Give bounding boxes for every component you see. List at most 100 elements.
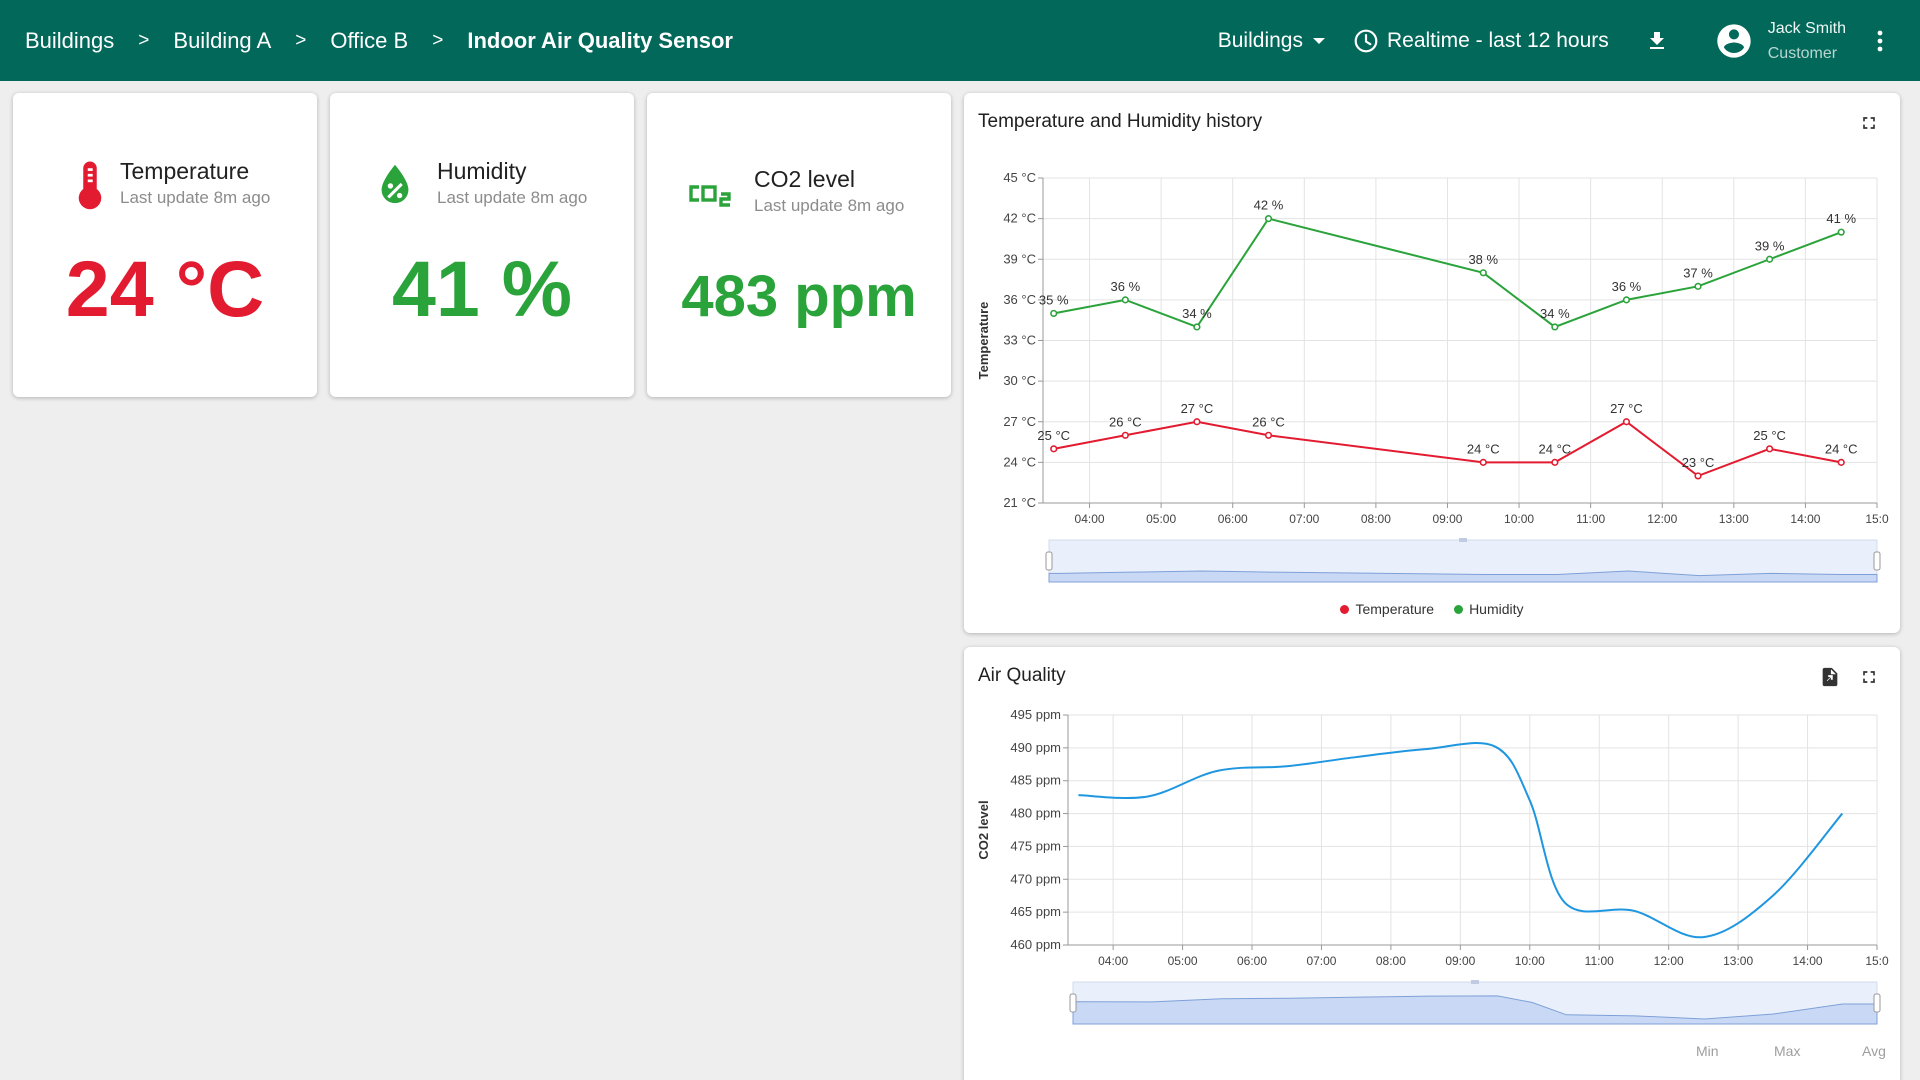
y-tick-label: 30 °C <box>1003 373 1036 388</box>
top-bar: Buildings > Building A > Office B > Indo… <box>0 0 1920 81</box>
user-menu[interactable]: Jack Smith Customer <box>1714 16 1846 66</box>
data-label: 26 °C <box>1109 414 1142 429</box>
y-tick-label: 21 °C <box>1003 495 1036 510</box>
data-label: 37 % <box>1683 265 1713 280</box>
dashboard-select-label: Buildings <box>1217 28 1303 52</box>
y-tick-label: 460 ppm <box>1010 937 1061 952</box>
card-last-update: Last update 8m ago <box>120 188 271 207</box>
data-point <box>1050 309 1058 318</box>
data-point <box>1766 445 1774 453</box>
x-tick-label: 06:00 <box>1218 512 1248 526</box>
zoom-drag-handle <box>1471 980 1479 984</box>
x-tick-label: 11:00 <box>1576 512 1605 526</box>
dashboard-select[interactable]: Buildings <box>1218 29 1325 53</box>
data-label: 24 °C <box>1467 441 1500 456</box>
breadcrumb: Buildings > Building A > Office B > Indo… <box>0 28 733 54</box>
data-label: 39 % <box>1755 238 1785 253</box>
x-tick-label: 13:00 <box>1719 512 1749 526</box>
data-label: 34 % <box>1540 306 1570 321</box>
data-label: 25 °C <box>1037 428 1070 443</box>
x-tick-label: 12:00 <box>1654 954 1684 968</box>
legend-item-temperature[interactable]: Temperature <box>1340 601 1434 617</box>
data-label: 36 % <box>1612 279 1642 294</box>
x-tick-label: 05:00 <box>1168 954 1198 968</box>
data-point <box>1766 255 1774 263</box>
y-tick-label: 24 °C <box>1003 454 1036 469</box>
legend-item-humidity[interactable]: Humidity <box>1454 601 1524 617</box>
chart-legend: Temperature Humidity <box>964 601 1900 617</box>
data-point <box>1622 418 1631 426</box>
co2-value: 483 ppm <box>681 264 917 329</box>
user-name: Jack Smith <box>1767 19 1846 37</box>
y-tick-label: 42 °C <box>1003 211 1036 226</box>
x-tick-label: 08:00 <box>1376 954 1406 968</box>
data-label: 35 % <box>1039 292 1069 307</box>
x-tick-label: 04:00 <box>1075 512 1105 526</box>
x-tick-label: 05:00 <box>1146 512 1176 526</box>
air-quality-chart: 04:00 05:00 06:00 07:00 08:00 09:00 10:00 11:00… <box>976 707 1889 1025</box>
data-label: 24 °C <box>1825 441 1858 456</box>
legend-dot <box>1340 604 1350 614</box>
data-label: 27 °C <box>1610 401 1643 416</box>
y-tick-label: 475 ppm <box>1010 838 1061 853</box>
y-tick-label: 485 ppm <box>1010 773 1061 788</box>
legend-dot <box>1454 604 1464 614</box>
card-last-update: Last update 8m ago <box>754 196 905 215</box>
data-point <box>1694 472 1702 480</box>
data-point <box>1121 431 1129 439</box>
humidity-card: Humidity Last update 8m ago 41 % <box>330 93 634 397</box>
x-tick-label: 15:0 <box>1865 954 1889 968</box>
card-title: Temperature <box>120 158 250 184</box>
data-point <box>1479 458 1487 466</box>
data-point <box>1193 323 1201 331</box>
timewindow-button[interactable]: Realtime - last 12 hours <box>1353 28 1609 54</box>
breadcrumb-office-b[interactable]: Office B <box>330 28 408 54</box>
breadcrumb-buildings[interactable]: Buildings <box>25 28 114 54</box>
water-percent-icon <box>381 164 409 204</box>
x-tick-label: 10:00 <box>1504 512 1534 526</box>
x-tick-label: 15:0 <box>1865 512 1889 526</box>
x-tick-label: 09:00 <box>1445 954 1475 968</box>
zoom-handle-left <box>1069 993 1077 1013</box>
temp-humidity-chart: 04:00 05:00 06:00 07:00 08:00 09:00 10:00 11:00… <box>976 170 1889 583</box>
y-tick-label: 465 ppm <box>1010 904 1061 919</box>
x-tick-label: 13:00 <box>1723 954 1753 968</box>
co2-icon <box>689 185 731 207</box>
legend-label: Temperature <box>1355 601 1435 617</box>
y-tick-label: 490 ppm <box>1010 740 1061 755</box>
co2-card: CO2 level Last update 8m ago 483 ppm <box>647 93 951 397</box>
x-tick-label: 09:00 <box>1432 512 1462 526</box>
x-tick-label: 04:00 <box>1098 954 1128 968</box>
more-vert-icon <box>1877 30 1883 51</box>
timewindow-label: Realtime - last 12 hours <box>1386 28 1609 52</box>
x-tick-label: 07:00 <box>1306 954 1336 968</box>
y-tick-label: 470 ppm <box>1010 871 1061 886</box>
data-point <box>1622 296 1631 304</box>
stats-header-max: Max <box>1774 1043 1801 1059</box>
air-quality-widget: Air Quality 04:00 05:00 06:00 07:00 08:00 09:… <box>964 647 1900 1080</box>
data-point <box>1837 228 1845 236</box>
breadcrumb-separator: > <box>138 29 150 51</box>
y-axis-label: CO2 level <box>976 800 991 859</box>
thermometer-icon <box>78 161 102 210</box>
y-tick-label: 39 °C <box>1003 251 1036 266</box>
zoom-handle-right <box>1873 551 1881 571</box>
x-tick-label: 07:00 <box>1289 512 1319 526</box>
temp-humidity-history-widget: Temperature and Humidity history 04:00 05… <box>964 93 1900 633</box>
more-menu-button[interactable] <box>1876 29 1884 53</box>
y-tick-label: 27 °C <box>1003 414 1036 429</box>
data-label: 36 % <box>1111 279 1141 294</box>
x-tick-label: 14:00 <box>1793 954 1823 968</box>
data-point <box>1694 282 1702 290</box>
humidity-value: 41 % <box>391 244 573 333</box>
data-point <box>1264 215 1273 223</box>
y-tick-label: 480 ppm <box>1010 806 1061 821</box>
data-point <box>1837 458 1845 466</box>
breadcrumb-building-a[interactable]: Building A <box>173 28 271 54</box>
download-button[interactable] <box>1645 28 1669 54</box>
breadcrumb-separator: > <box>432 29 444 51</box>
y-tick-label: 45 °C <box>1003 170 1036 185</box>
card-title: CO2 level <box>754 166 855 192</box>
legend-label: Humidity <box>1469 601 1524 617</box>
data-label: 38 % <box>1468 252 1498 267</box>
